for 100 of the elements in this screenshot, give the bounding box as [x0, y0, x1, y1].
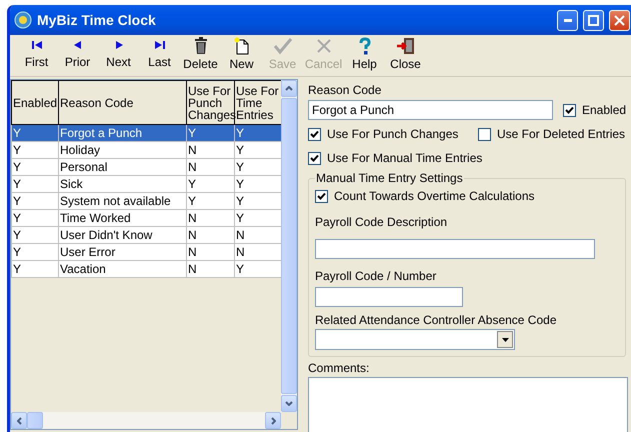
toolbar-button[interactable]: Help [344, 37, 385, 75]
table-cell[interactable]: User Error [58, 244, 186, 260]
table-cell[interactable]: Y [234, 210, 282, 226]
scroll-up-button[interactable] [281, 80, 297, 97]
table-cell[interactable]: Forgot a Punch [58, 124, 186, 142]
x-icon [316, 37, 332, 55]
checkbox-box[interactable] [315, 190, 328, 202]
column-header[interactable]: Use For Time Entries [234, 80, 282, 124]
table-cell[interactable]: N [234, 226, 282, 244]
table-cell[interactable]: N [186, 260, 234, 278]
toolbar-button[interactable]: Next [98, 37, 139, 75]
table-cell[interactable]: N [186, 244, 234, 260]
checkbox[interactable]: Use For Manual Time Entries [308, 147, 630, 169]
checkbox-label: Use For Punch Changes [327, 127, 458, 141]
table-cell[interactable]: Y [186, 192, 234, 210]
minimize-icon [564, 18, 572, 22]
table-cell[interactable]: N [186, 142, 234, 158]
field-label: Reason Code [308, 83, 382, 97]
checkbox-box[interactable] [308, 128, 321, 140]
checkbox-box[interactable] [308, 152, 321, 164]
scroll-right-button[interactable] [265, 412, 281, 429]
checkbox-label: Count Towards Overtime Calculations [334, 189, 535, 203]
check-icon [565, 106, 574, 114]
check-icon [310, 130, 319, 138]
column-header[interactable]: Reason Code [58, 80, 186, 124]
table-cell[interactable]: Y [12, 176, 58, 192]
table-cell[interactable]: Time Worked [58, 210, 186, 226]
close-button[interactable] [609, 10, 630, 30]
table-cell[interactable]: User Didn't Know [58, 226, 186, 244]
table-cell[interactable]: Y [12, 142, 58, 158]
table-cell[interactable]: Y [234, 192, 282, 210]
scrollbar-thumb[interactable] [27, 412, 43, 429]
table-cell[interactable]: Y [12, 226, 58, 244]
table-cell[interactable]: Y [12, 244, 58, 260]
table-cell[interactable]: Y [12, 210, 58, 226]
table-cell[interactable]: N [234, 244, 282, 260]
group-title: Manual Time Entry Settings [315, 171, 464, 185]
checkbox-box[interactable] [563, 104, 576, 116]
table-cell[interactable]: Y [234, 176, 282, 192]
check-icon [310, 154, 319, 162]
table-cell[interactable]: Y [234, 124, 282, 142]
table-cell[interactable]: System not available [58, 192, 186, 210]
scroll-left-button[interactable] [11, 412, 27, 429]
checkbox[interactable]: Use For Deleted Entries [478, 123, 626, 145]
maximize-icon [588, 14, 599, 26]
chevron-down-icon [285, 401, 293, 406]
caret-icon [502, 338, 508, 342]
table-cell[interactable]: Y [12, 192, 58, 210]
exit-door-icon [396, 37, 416, 55]
maximize-button[interactable] [583, 10, 604, 30]
horizontal-scrollbar[interactable] [11, 412, 281, 429]
table-cell[interactable]: Y [186, 124, 234, 142]
table-cell[interactable]: Vacation [58, 260, 186, 278]
table-cell[interactable]: Y [12, 124, 58, 142]
new-document-icon [232, 37, 250, 55]
checkmark-icon [272, 37, 292, 55]
close-icon [614, 14, 625, 26]
table-cell[interactable]: Y [186, 176, 234, 192]
table-cell[interactable]: Personal [58, 158, 186, 176]
checkbox-label: Enabled [582, 103, 626, 117]
trash-icon [194, 37, 208, 55]
table-cell[interactable]: N [186, 226, 234, 244]
toolbar-button[interactable]: Prior [57, 37, 98, 75]
chevron-right-icon [270, 416, 276, 424]
table-cell[interactable]: Sick [58, 176, 186, 192]
field-label: Comments: [308, 361, 370, 375]
table-cell[interactable]: Y [234, 260, 282, 278]
table-cell[interactable]: Holiday [58, 142, 186, 158]
table-cell[interactable]: Y [12, 260, 58, 278]
table-cell[interactable]: Y [234, 142, 282, 158]
checkbox[interactable]: Count Towards Overtime Calculations [315, 185, 619, 207]
toolbar-button[interactable]: Close [385, 37, 426, 75]
minimize-button[interactable] [557, 10, 578, 30]
toolbar-button[interactable]: Delete [180, 37, 221, 75]
window-title: MyBiz Time Clock [37, 12, 157, 28]
column-header[interactable]: Enabled [12, 80, 58, 124]
checkbox[interactable]: Use For Punch Changes [308, 123, 478, 145]
comments-field[interactable] [308, 377, 628, 432]
table-cell[interactable]: Y [234, 158, 282, 176]
dropdown-button[interactable] [497, 331, 513, 348]
toolbar-button[interactable]: First [16, 37, 57, 75]
checkbox-box[interactable] [478, 128, 491, 140]
payroll-number-field[interactable] [315, 287, 463, 307]
checkbox-label: Use For Deleted Entries [497, 127, 626, 141]
payroll-description-field[interactable] [315, 239, 595, 259]
chevron-up-icon [285, 86, 293, 91]
toolbar-button[interactable]: Last [139, 37, 180, 75]
table-cell[interactable]: Y [12, 158, 58, 176]
checkbox[interactable]: Enabled [563, 99, 626, 121]
table-cell[interactable]: N [186, 158, 234, 176]
help-icon [358, 37, 372, 55]
toolbar-button[interactable]: New [221, 37, 262, 75]
reason-code-field[interactable]: Forgot a Punch [308, 100, 553, 120]
field-label: Payroll Code Description [315, 215, 448, 229]
check-icon [317, 192, 326, 200]
field-label: Payroll Code / Number [315, 269, 438, 283]
scroll-down-button[interactable] [281, 395, 297, 412]
table-cell[interactable]: N [186, 210, 234, 226]
field-label: Related Attendance Controller Absence Code [315, 313, 558, 327]
chevron-left-icon [16, 416, 22, 424]
